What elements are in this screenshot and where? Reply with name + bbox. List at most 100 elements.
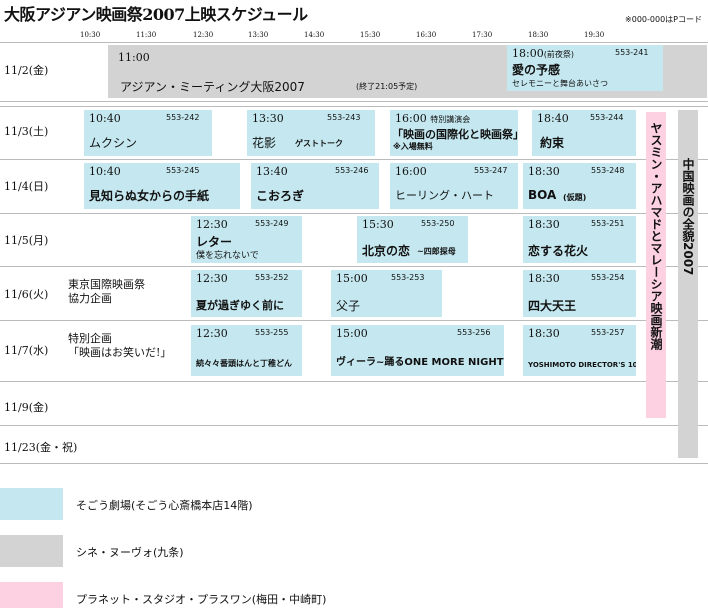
event-time: 16:00 — [395, 165, 427, 178]
event-553-255[interactable]: 12:30 553-255 続々々番頭はんと丁稚どん — [191, 325, 302, 376]
event-time: 12:30 — [196, 327, 228, 340]
legend-swatch — [0, 582, 63, 608]
program-bar-label: ヤスミン・アハマドとマレーシア映画新潮 — [649, 122, 663, 350]
event-553-257[interactable]: 18:30 553-257 YOSHIMOTO DIRECTOR'S 100 — [523, 325, 636, 376]
event-code: 553-256 — [457, 328, 491, 337]
program-bar-china[interactable]: 中国映画の全貌2007 — [678, 110, 698, 458]
event-sub: ~四郎探母 — [417, 247, 456, 256]
event-title: 恋する花火 — [528, 244, 589, 258]
event-553-243[interactable]: 13:30 553-243 花影 ゲストトーク — [247, 110, 375, 156]
time-label: 16:30 — [416, 31, 437, 39]
event-title: こおろぎ — [256, 189, 305, 203]
date-label: 11/3(土) — [4, 125, 49, 138]
row-label-tiff: 東京国際映画祭 協力企画 — [68, 278, 145, 306]
event-553-252[interactable]: 12:30 553-252 夏が過ぎゆく前に — [191, 270, 302, 317]
row-divider — [0, 425, 708, 426]
event-title: ヒーリング・ハート — [395, 189, 494, 202]
event-time: 15:00 — [336, 327, 368, 340]
event-code: 553-254 — [591, 273, 625, 282]
event-time: 12:30 — [196, 272, 228, 285]
row-label-line: 特別企画 — [68, 332, 112, 345]
event-553-254[interactable]: 18:30 553-254 四大天王 — [523, 270, 636, 317]
legend-swatch — [0, 488, 63, 520]
row-divider — [0, 463, 708, 464]
event-code: 553-243 — [327, 113, 361, 122]
event-time-note: 特別講演会 — [430, 115, 471, 124]
event-note: (終了21:05予定) — [356, 82, 418, 91]
event-code: 553-248 — [591, 166, 625, 175]
date-label: 11/4(日) — [4, 180, 49, 193]
event-code: 553-247 — [474, 166, 508, 175]
time-label: 14:30 — [304, 31, 325, 39]
event-title: 見知らぬ女からの手紙 — [89, 189, 210, 203]
event-time: 10:40 — [89, 165, 121, 178]
event-sub: (仮題) — [563, 193, 587, 202]
event-title: 約束 — [540, 136, 565, 150]
event-553-251[interactable]: 18:30 553-251 恋する花火 — [523, 216, 636, 263]
event-code: 553-257 — [591, 328, 625, 337]
event-lecture[interactable]: 16:00 特別講演会 「映画の国際化と映画祭」 ※入場無料 — [390, 110, 518, 156]
event-553-241[interactable]: 18:00(前夜祭) 553-241 愛の予感 セレモニーと舞台あいさつ — [507, 45, 663, 91]
page-title: 大阪アジアン映画祭2007上映スケジュール — [4, 5, 308, 24]
event-553-246[interactable]: 13:40 553-246 こおろぎ — [251, 163, 379, 209]
time-label: 18:30 — [528, 31, 549, 39]
event-title: 四大天王 — [528, 299, 577, 313]
event-553-253[interactable]: 15:00 553-253 父子 — [331, 270, 442, 317]
event-sub: ※入場無料 — [393, 142, 433, 151]
legend-label: プラネット・スタジオ・プラスワン(梅田・中崎町) — [76, 593, 327, 606]
row-divider — [0, 213, 708, 214]
event-title: アジアン・ミーティング大阪2007 — [120, 80, 305, 94]
event-title: YOSHIMOTO DIRECTOR'S 100 — [528, 361, 636, 369]
event-title: 花影 — [252, 136, 277, 150]
event-code: 553-242 — [166, 113, 200, 122]
row-label-line: 「映画はお笑いだ!」 — [68, 346, 172, 359]
row-divider — [0, 42, 708, 43]
time-label: 12:30 — [193, 31, 214, 39]
legend-label: そごう劇場(そごう心斎橋本店14階) — [76, 499, 253, 512]
event-code: 553-246 — [335, 166, 369, 175]
event-553-250[interactable]: 15:30 553-250 北京の恋 ~四郎探母 — [357, 216, 468, 263]
event-time: 18:00(前夜祭) — [512, 47, 574, 60]
event-title: 「映画の国際化と映画祭」 — [392, 128, 518, 141]
event-time-value: 16:00 — [395, 112, 427, 125]
event-time: 18:30 — [528, 165, 560, 178]
program-bar-yasmin[interactable]: ヤスミン・アハマドとマレーシア映画新潮 — [646, 112, 666, 418]
legend: そごう劇場(そごう心斎橋本店14階) シネ・ヌーヴォ(九条) プラネット・スタジ… — [0, 488, 708, 608]
event-553-245[interactable]: 10:40 553-245 見知らぬ女からの手紙 — [84, 163, 240, 209]
event-time: 16:00 特別講演会 — [395, 112, 470, 125]
row-label-line: 協力企画 — [68, 292, 112, 305]
event-553-244[interactable]: 18:40 553-244 約束 — [532, 110, 636, 156]
event-code: 553-253 — [391, 273, 425, 282]
event-553-248[interactable]: 18:30 553-248 BOA (仮題) — [523, 163, 636, 209]
event-time: 13:30 — [252, 112, 284, 125]
event-title: 北京の恋 — [362, 244, 411, 258]
event-553-249[interactable]: 12:30 553-249 レター 僕を忘れないで — [191, 216, 302, 263]
event-time: 12:30 — [196, 218, 228, 231]
row-divider — [0, 381, 708, 382]
event-time: 10:40 — [89, 112, 121, 125]
event-time: 15:30 — [362, 218, 394, 231]
event-553-247[interactable]: 16:00 553-247 ヒーリング・ハート — [390, 163, 518, 209]
date-label: 11/7(水) — [4, 344, 49, 357]
time-label: 13:30 — [248, 31, 269, 39]
event-553-256[interactable]: 15:00 553-256 ヴィーラ~踊るONE MORE NIGHT! — [331, 325, 504, 376]
row-divider — [0, 159, 708, 160]
date-label: 11/2(金) — [4, 64, 49, 77]
pcode-note: ※000-000はPコード — [625, 15, 702, 24]
event-sub: 僕を忘れないで — [196, 251, 259, 261]
event-time: 18:30 — [528, 218, 560, 231]
event-553-242[interactable]: 10:40 553-242 ムクシン — [84, 110, 212, 156]
event-time: 13:40 — [256, 165, 288, 178]
date-label: 11/5(月) — [4, 234, 49, 247]
time-label: 19:30 — [584, 31, 605, 39]
row-label-line: 東京国際映画祭 — [68, 278, 145, 291]
event-code: 553-241 — [615, 48, 649, 57]
date-label: 11/6(火) — [4, 288, 49, 301]
row-divider — [0, 106, 708, 107]
event-sub: ゲストトーク — [295, 139, 343, 148]
event-time: 18:30 — [528, 327, 560, 340]
time-label: 10:30 — [80, 31, 101, 39]
event-code: 553-251 — [591, 219, 625, 228]
legend-swatch — [0, 535, 63, 567]
event-title: 父子 — [336, 299, 361, 313]
